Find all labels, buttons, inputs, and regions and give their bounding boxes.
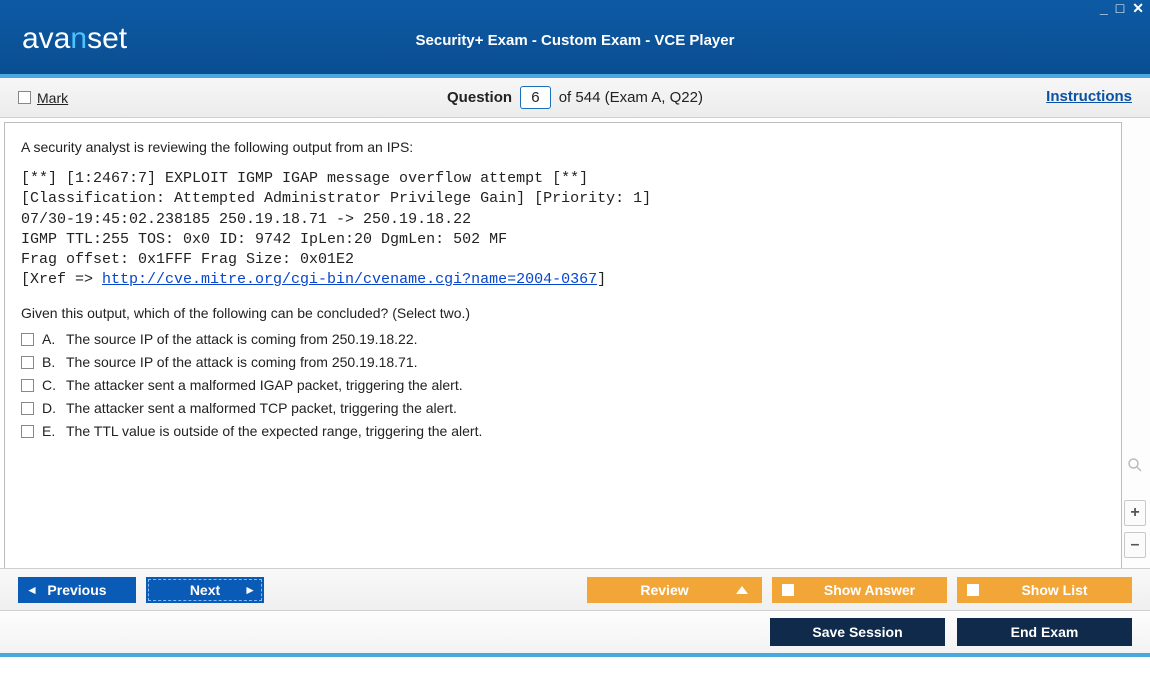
option-b[interactable]: B. The source IP of the attack is coming…	[21, 354, 1105, 370]
question-pane: A security analyst is reviewing the foll…	[4, 122, 1122, 568]
options-list: A. The source IP of the attack is coming…	[21, 331, 1105, 439]
zoom-out-button[interactable]: –	[1124, 532, 1146, 558]
option-e-text: The TTL value is outside of the expected…	[66, 423, 482, 439]
triangle-up-icon	[736, 586, 748, 594]
instructions-link[interactable]: Instructions	[1046, 88, 1132, 105]
title-bar: avanset Security+ Exam - Custom Exam - V…	[0, 0, 1150, 78]
question-word: Question	[447, 89, 512, 106]
question-intro: A security analyst is reviewing the foll…	[21, 139, 1105, 155]
chevron-left-icon: ◄	[26, 583, 38, 597]
option-c-checkbox[interactable]	[21, 379, 34, 392]
question-prompt: Given this output, which of the followin…	[21, 305, 1105, 321]
footer-border	[0, 653, 1150, 657]
option-d-checkbox[interactable]	[21, 402, 34, 415]
option-c-text: The attacker sent a malformed IGAP packe…	[66, 377, 463, 393]
question-number[interactable]: 6	[520, 86, 550, 109]
option-d[interactable]: D. The attacker sent a malformed TCP pac…	[21, 400, 1105, 416]
show-list-button[interactable]: Show List	[957, 577, 1132, 603]
option-b-checkbox[interactable]	[21, 356, 34, 369]
option-c-letter: C.	[42, 377, 58, 393]
search-icon[interactable]	[1124, 456, 1146, 482]
option-d-letter: D.	[42, 400, 58, 416]
checkbox-icon	[782, 584, 794, 596]
end-exam-button[interactable]: End Exam	[957, 618, 1132, 646]
session-row: Save Session End Exam	[0, 611, 1150, 653]
option-e-letter: E.	[42, 423, 58, 439]
question-progress: Question 6 of 544 (Exam A, Q22)	[0, 86, 1150, 109]
zoom-column: + –	[1122, 118, 1150, 568]
option-e[interactable]: E. The TTL value is outside of the expec…	[21, 423, 1105, 439]
chevron-right-icon: ►	[244, 583, 256, 597]
option-e-checkbox[interactable]	[21, 425, 34, 438]
maximize-icon[interactable]: □	[1114, 0, 1126, 17]
option-a[interactable]: A. The source IP of the attack is coming…	[21, 331, 1105, 347]
show-answer-button[interactable]: Show Answer	[772, 577, 947, 603]
question-context: of 544 (Exam A, Q22)	[559, 89, 703, 106]
nav-row: ◄ Previous Next ► Review Show Answer Sho…	[0, 569, 1150, 611]
option-a-text: The source IP of the attack is coming fr…	[66, 331, 418, 347]
next-button[interactable]: Next ►	[146, 577, 264, 603]
content-wrap: A security analyst is reviewing the foll…	[0, 118, 1150, 569]
option-a-checkbox[interactable]	[21, 333, 34, 346]
option-a-letter: A.	[42, 331, 58, 347]
window-title: Security+ Exam - Custom Exam - VCE Playe…	[0, 32, 1150, 49]
window-controls: _ □ ✕	[1098, 0, 1146, 17]
save-session-button[interactable]: Save Session	[770, 618, 945, 646]
cve-link[interactable]: http://cve.mitre.org/cgi-bin/cvename.cgi…	[102, 271, 597, 288]
option-b-letter: B.	[42, 354, 58, 370]
checkbox-icon	[967, 584, 979, 596]
previous-button[interactable]: ◄ Previous	[18, 577, 136, 603]
option-c[interactable]: C. The attacker sent a malformed IGAP pa…	[21, 377, 1105, 393]
question-toolbar: Mark Question 6 of 544 (Exam A, Q22) Ins…	[0, 78, 1150, 118]
option-b-text: The source IP of the attack is coming fr…	[66, 354, 418, 370]
minimize-icon[interactable]: _	[1098, 0, 1110, 17]
ips-output: [**] [1:2467:7] EXPLOIT IGMP IGAP messag…	[21, 169, 1105, 291]
review-button[interactable]: Review	[587, 577, 762, 603]
close-icon[interactable]: ✕	[1130, 0, 1146, 17]
zoom-in-button[interactable]: +	[1124, 500, 1146, 526]
option-d-text: The attacker sent a malformed TCP packet…	[66, 400, 457, 416]
